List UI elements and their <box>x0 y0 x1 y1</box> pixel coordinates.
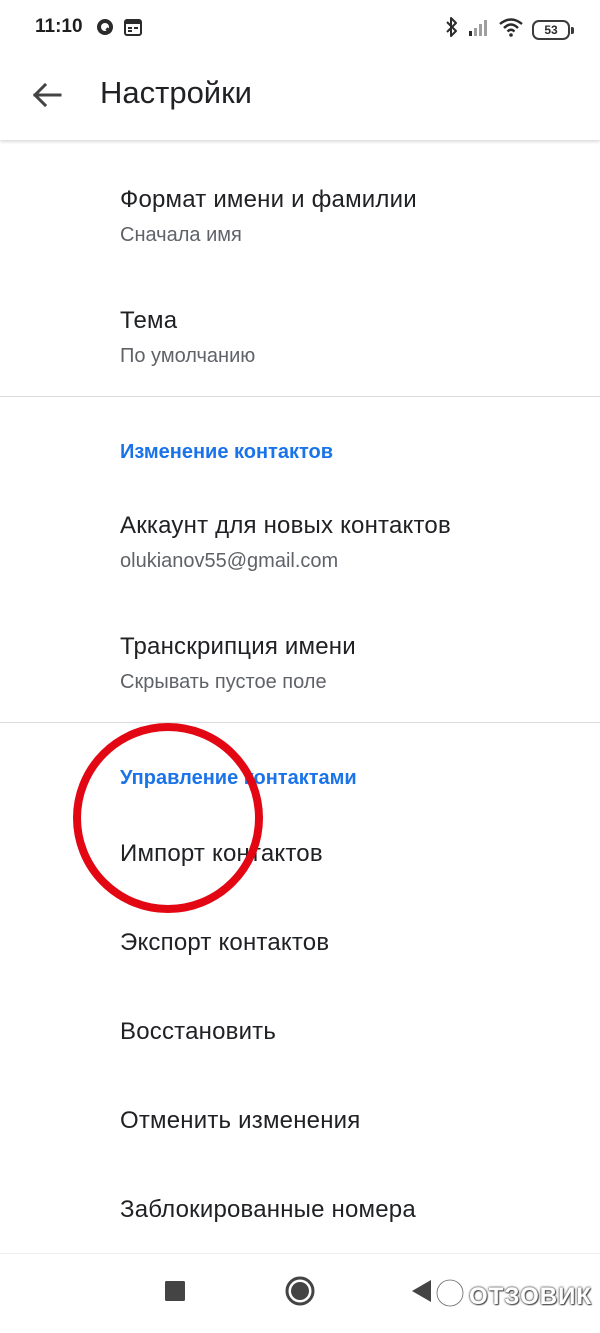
setting-value: Скрывать пустое поле <box>120 671 327 693</box>
recents-square-icon <box>165 1280 185 1306</box>
setting-export-contacts[interactable]: Экспорт контактов <box>0 929 600 957</box>
recents-button[interactable] <box>155 1273 195 1313</box>
setting-title: Аккаунт для новых контактов <box>120 512 451 539</box>
cellular-signal-icon <box>468 17 490 42</box>
status-left-icons <box>95 17 143 42</box>
battery-icon: 53 <box>532 19 574 40</box>
status-right-icons: 53 <box>445 16 574 43</box>
setting-title: Отменить изменения <box>120 1107 361 1134</box>
home-circle-icon <box>284 1275 316 1312</box>
bluetooth-icon <box>445 16 459 43</box>
watermark-logo-icon <box>435 1278 465 1315</box>
page-title: Настройки <box>100 75 253 110</box>
divider <box>0 722 600 723</box>
watermark: ОТЗОВИК <box>435 1278 592 1315</box>
calendar-icon <box>123 17 143 42</box>
setting-title: Транскрипция имени <box>120 633 356 660</box>
divider <box>0 396 600 397</box>
wifi-icon <box>499 17 523 42</box>
home-button[interactable] <box>280 1273 320 1313</box>
watermark-text: ОТЗОВИК <box>469 1282 592 1310</box>
setting-title: Восстановить <box>120 1018 277 1045</box>
q-app-icon <box>95 17 115 42</box>
setting-restore[interactable]: Восстановить <box>0 1018 600 1046</box>
setting-name-format[interactable]: Формат имени и фамилии Сначала имя <box>0 186 600 247</box>
setting-value: olukianov55@gmail.com <box>120 550 339 572</box>
setting-blocked-numbers[interactable]: Заблокированные номера <box>0 1196 600 1224</box>
back-button[interactable] <box>22 72 72 122</box>
status-bar: 11:10 53 <box>0 0 600 56</box>
setting-theme[interactable]: Тема По умолчанию <box>0 307 600 368</box>
app-bar: Настройки <box>0 56 600 140</box>
red-annotation-circle <box>73 723 263 913</box>
setting-title: Экспорт контактов <box>120 929 330 956</box>
setting-value: По умолчанию <box>120 345 256 367</box>
section-header-management: Управление контактами <box>120 767 357 789</box>
setting-title: Тема <box>120 307 178 334</box>
setting-title: Формат имени и фамилии <box>120 186 417 213</box>
setting-undo-changes[interactable]: Отменить изменения <box>0 1107 600 1135</box>
setting-value: Сначала имя <box>120 224 242 246</box>
setting-import-contacts[interactable]: Импорт контактов <box>0 840 600 868</box>
setting-title: Заблокированные номера <box>120 1196 416 1223</box>
status-time: 11:10 <box>35 16 83 37</box>
setting-default-account[interactable]: Аккаунт для новых контактов olukianov55@… <box>0 512 600 573</box>
section-header-editing: Изменение контактов <box>120 441 334 463</box>
setting-title: Импорт контактов <box>120 840 323 867</box>
nav-divider <box>0 1253 600 1254</box>
arrow-left-icon <box>32 82 62 113</box>
setting-phonetic-name[interactable]: Транскрипция имени Скрывать пустое поле <box>0 633 600 694</box>
back-triangle-icon <box>411 1279 433 1308</box>
